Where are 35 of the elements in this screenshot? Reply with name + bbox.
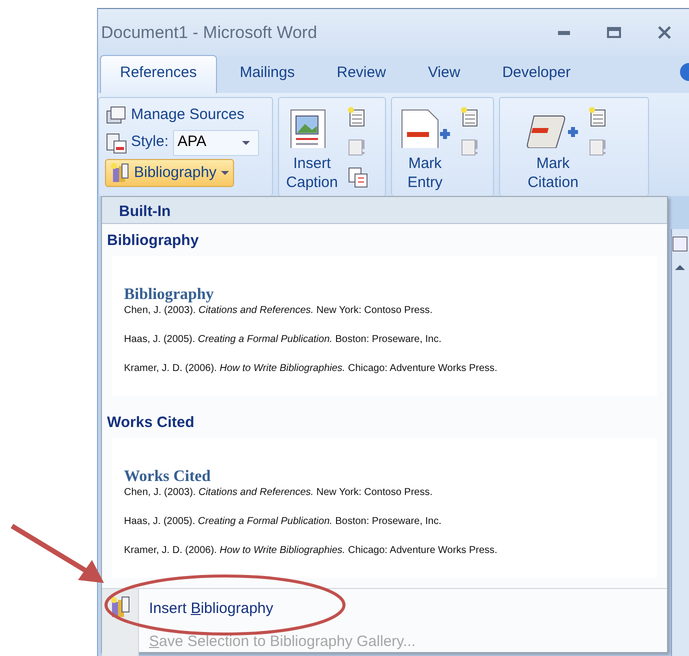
sources-icon (105, 105, 127, 126)
style-dropdown[interactable]: APA (172, 130, 259, 156)
citation-entry: Kramer, J. D. (2006). How to Write Bibliographies. Chicago: Adventure Works Press. (124, 363, 498, 374)
minimize-icon[interactable] (558, 30, 570, 34)
citation-entry: Haas, J. (2005). Creating a Formal Publication. Boston: Proseware, Inc. (124, 516, 442, 527)
ribbon-tab[interactable]: View (408, 56, 480, 93)
preview-heading: Works Cited (124, 468, 211, 485)
ruler-icon (672, 235, 688, 253)
ribbon-tab[interactable]: Mailings (220, 56, 314, 93)
window-title: Document1 - Microsoft Word (101, 22, 318, 44)
bibliography-icon (110, 162, 130, 184)
close-icon[interactable] (658, 26, 670, 39)
style-icon (105, 132, 127, 154)
ribbon-tab[interactable]: Review (318, 56, 405, 93)
bibliography-icon (109, 595, 131, 619)
bibliography-preview[interactable] (112, 438, 657, 578)
citation-entry: Haas, J. (2005). Creating a Formal Publication. Boston: Proseware, Inc. (124, 334, 442, 345)
cross-reference-icon[interactable] (347, 166, 369, 188)
section-title: Works Cited (106, 413, 196, 433)
bibliography-button[interactable]: Bibliography (105, 158, 234, 187)
maximize-icon[interactable] (607, 27, 621, 38)
scrollbar[interactable] (671, 229, 689, 656)
style-label: Style: (131, 132, 169, 152)
menu-header: Built-In (102, 197, 667, 224)
citation-entry: Chen, J. (2003). Citations and References. New York: Contoso Press. (124, 305, 433, 316)
caret-icon (220, 170, 229, 175)
manage-sources-button[interactable]: Manage Sources (131, 104, 244, 126)
citation-entry: Kramer, J. D. (2006). How to Write Bibliographies. Chicago: Adventure Works Press. (124, 545, 498, 556)
caret-icon (242, 140, 250, 144)
ribbon-tab[interactable]: Developer (483, 56, 590, 93)
menu-item[interactable]: Insert Bibliography (139, 593, 426, 626)
preview-heading: Bibliography (124, 286, 214, 303)
ribbon-tab[interactable]: References (100, 54, 217, 93)
citation-entry: Chen, J. (2003). Citations and References. New York: Contoso Press. (124, 487, 433, 498)
section-title: Bibliography (106, 231, 200, 251)
